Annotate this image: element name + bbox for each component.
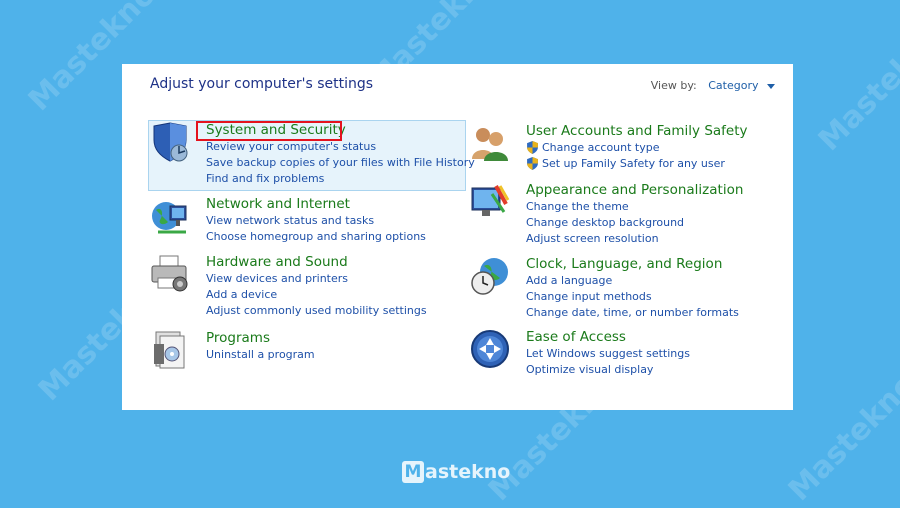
programs-icon [154,331,185,369]
mastekno-logo: M astekno [402,461,510,483]
logo-text: astekno [425,461,511,483]
link-review-status[interactable]: Review your computer's status [206,139,475,155]
link-network-status[interactable]: View network status and tasks [206,213,426,229]
link-file-history[interactable]: Save backup copies of your files with Fi… [206,155,475,171]
uac-shield-icon [527,157,538,171]
link-find-fix-problems[interactable]: Find and fix problems [206,171,475,187]
appearance-icon [471,185,510,216]
link-change-account-type[interactable]: Change account type [526,140,748,156]
link-uninstall-program[interactable]: Uninstall a program [206,347,315,363]
link-homegroup-sharing[interactable]: Choose homegroup and sharing options [206,229,426,245]
category-title[interactable]: Ease of Access [526,329,690,346]
link-optimize-display[interactable]: Optimize visual display [526,362,690,378]
view-by-label: View by: [650,79,697,92]
link-mobility-settings[interactable]: Adjust commonly used mobility settings [206,303,427,319]
shield-icon [153,122,188,162]
printer-icon [151,255,188,292]
network-icon [152,202,187,234]
view-by: View by: Category [651,79,775,92]
category-title[interactable]: Clock, Language, and Region [526,256,739,273]
watermark: Mastekno [811,16,900,159]
category-title[interactable]: Network and Internet [206,196,426,213]
uac-shield-icon [527,141,538,155]
control-panel: Adjust your computer's settings View by:… [122,64,793,410]
link-screen-resolution[interactable]: Adjust screen resolution [526,231,743,247]
watermark: Mastekno [781,366,900,508]
category-title[interactable]: Appearance and Personalization [526,182,743,199]
link-change-theme[interactable]: Change the theme [526,199,743,215]
chevron-down-icon[interactable] [767,83,775,89]
link-devices-printers[interactable]: View devices and printers [206,271,427,287]
link-input-methods[interactable]: Change input methods [526,289,739,305]
ease-of-access-icon [471,330,509,368]
red-highlight-box [196,121,342,141]
users-icon [472,128,508,161]
logo-mark: M [402,461,424,483]
category-title[interactable]: Programs [206,330,315,347]
link-add-language[interactable]: Add a language [526,273,739,289]
category-title[interactable]: User Accounts and Family Safety [526,123,748,140]
view-by-dropdown[interactable]: Category [708,79,758,92]
link-windows-suggest[interactable]: Let Windows suggest settings [526,346,690,362]
clock-globe-icon [471,258,508,295]
link-add-device[interactable]: Add a device [206,287,427,303]
page-title: Adjust your computer's settings [150,76,374,92]
link-family-safety[interactable]: Set up Family Safety for any user [526,156,748,172]
category-title[interactable]: Hardware and Sound [206,254,427,271]
link-desktop-background[interactable]: Change desktop background [526,215,743,231]
link-date-time-formats[interactable]: Change date, time, or number formats [526,305,739,321]
